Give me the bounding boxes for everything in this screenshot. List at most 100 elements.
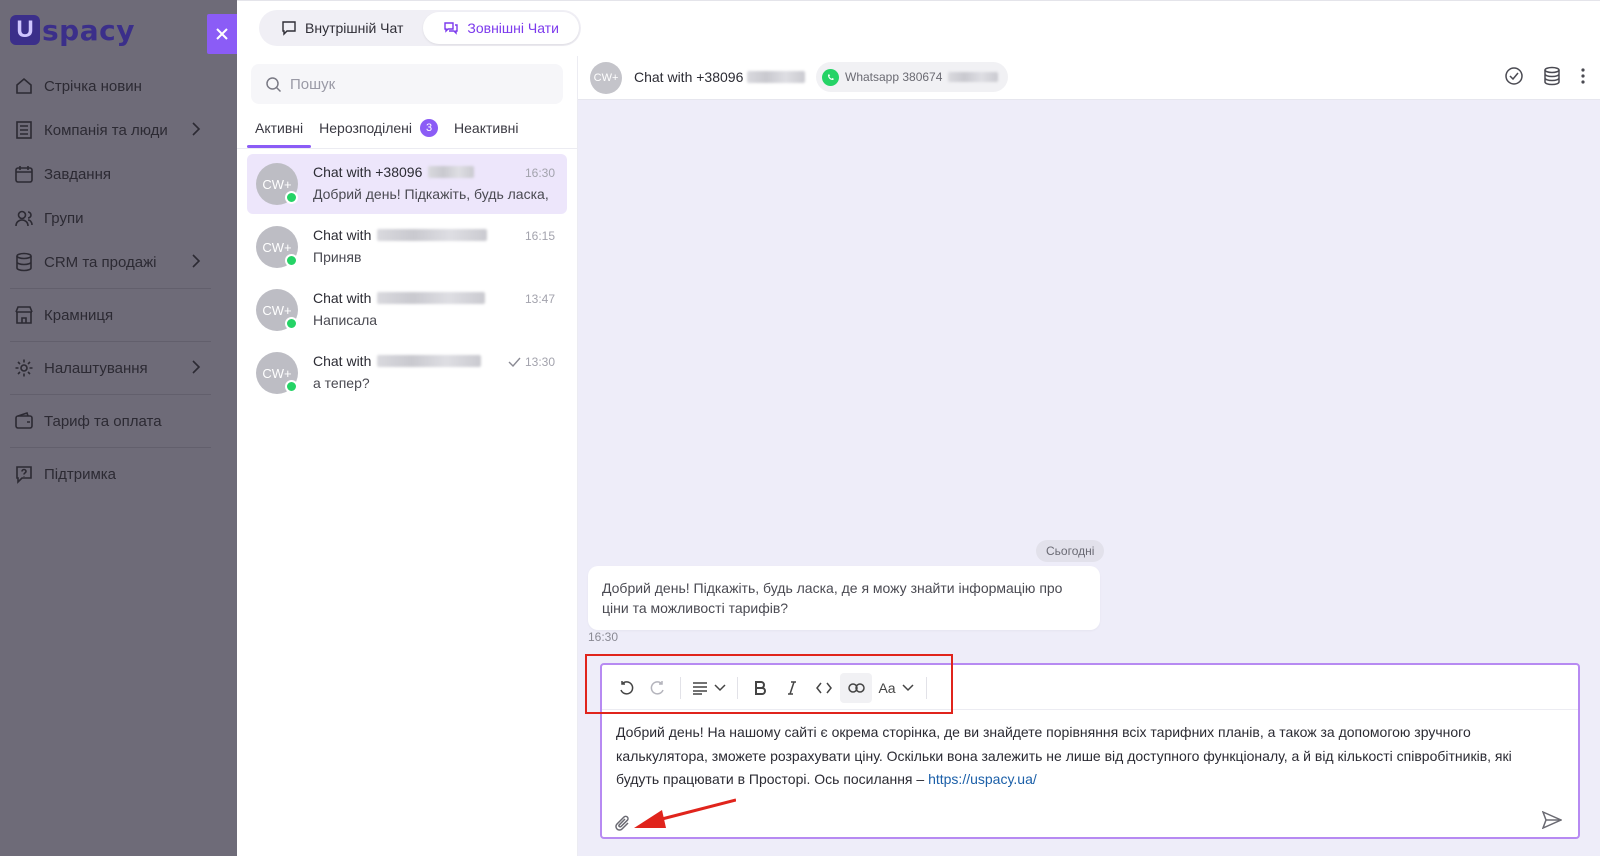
conversation: CW+ Chat with +38096 Whatsapp 380674 Сьо…: [578, 56, 1600, 856]
annotation-arrow: [634, 798, 736, 828]
chat-preview: Приняв: [313, 249, 362, 265]
channel-chip[interactable]: Whatsapp 380674: [816, 62, 1009, 92]
message-input-text: Добрий день! На нашому сайті є окрема ст…: [616, 724, 1512, 787]
tab-label: Активні: [255, 120, 304, 136]
chevron-right-icon: [191, 122, 201, 140]
chat-title: Chat with: [313, 353, 482, 369]
sidebar-item-groups[interactable]: Групи: [0, 196, 237, 240]
chat-title: Chat with: [313, 290, 486, 306]
logo[interactable]: U spacy: [10, 12, 135, 48]
chat-list: Активні Нерозподілені 3 Неактивні CW+ Cha…: [237, 56, 578, 856]
chat-topbar: Внутрішній Чат Зовнішні Чати: [237, 0, 1600, 56]
sidebar-item-label: Компанія та люди: [44, 121, 168, 139]
sidebar-item-label: Налаштування: [44, 359, 148, 377]
tab-external-chats[interactable]: Зовнішні Чати: [423, 12, 579, 44]
sidebar-item-store[interactable]: Крамниця: [0, 293, 237, 337]
logo-mark: U: [10, 15, 40, 45]
whatsapp-icon: [285, 317, 298, 330]
tab-label: Зовнішні Чати: [467, 20, 559, 36]
whatsapp-icon: [285, 254, 298, 267]
conversation-header: CW+ Chat with +38096 Whatsapp 380674: [578, 56, 1600, 100]
redacted-number: [747, 71, 806, 83]
sidebar-item-settings[interactable]: Налаштування: [0, 346, 237, 390]
store-icon: [13, 304, 35, 326]
search-box[interactable]: [251, 64, 563, 104]
conversation-title-text: Chat with +38096: [634, 69, 744, 85]
logo-text: spacy: [42, 13, 135, 47]
sidebar-item-label: Тариф та оплата: [44, 412, 162, 430]
sidebar-item-label: CRM та продажі: [44, 253, 157, 271]
incoming-message: Добрий день! Підкажіть, будь ласка, де я…: [588, 566, 1100, 630]
redacted-number: [377, 292, 486, 304]
check-circle-icon[interactable]: [1504, 66, 1524, 91]
header-actions: [1504, 66, 1586, 91]
side-nav: Стрічка новин Компанія та люди Завдання …: [0, 64, 237, 496]
sidebar: U spacy Стрічка новин Компанія та люди З…: [0, 0, 237, 856]
tab-unassigned[interactable]: Нерозподілені 3: [311, 110, 446, 146]
paperclip-icon: [615, 815, 629, 831]
chat-title-text: Chat with: [313, 227, 372, 243]
chat-type-tabs: Внутрішній Чат Зовнішні Чати: [259, 10, 581, 46]
chat-time: 16:15: [525, 229, 555, 243]
redacted-number: [948, 72, 999, 82]
sidebar-item-support[interactable]: Підтримка: [0, 452, 237, 496]
chat-list-item[interactable]: CW+ Chat with 13:47 Написала: [247, 280, 567, 340]
tab-label: Неактивні: [454, 120, 519, 136]
chevron-right-icon: [191, 254, 201, 272]
chat-title: Chat with: [313, 227, 488, 243]
chat-preview: Написала: [313, 312, 378, 328]
message-input[interactable]: Добрий день! На нашому сайті є окрема ст…: [616, 721, 1536, 792]
attach-button[interactable]: [614, 815, 632, 838]
sidebar-item-company[interactable]: Компанія та люди: [0, 108, 237, 152]
whatsapp-icon: [822, 68, 839, 86]
sidebar-item-tasks[interactable]: Завдання: [0, 152, 237, 196]
chevron-right-icon: [191, 360, 201, 378]
send-button[interactable]: [1541, 810, 1563, 834]
close-chat-panel-button[interactable]: [207, 14, 237, 54]
chat-status-tabs: Активні Нерозподілені 3 Неактивні: [247, 110, 527, 148]
conversation-title: Chat with +38096: [634, 69, 806, 85]
chat-list-item[interactable]: CW+ Chat with +38096 16:30 Добрий день! …: [247, 154, 567, 214]
chat-time-text: 13:30: [524, 355, 555, 369]
database-icon[interactable]: [1542, 66, 1562, 91]
divider: [10, 447, 211, 448]
sidebar-item-billing[interactable]: Тариф та оплата: [0, 399, 237, 443]
message-link[interactable]: https://uspacy.ua/: [928, 771, 1037, 787]
chat-items: CW+ Chat with +38096 16:30 Добрий день! …: [247, 154, 567, 406]
redacted-number: [377, 229, 488, 241]
gear-icon: [13, 357, 35, 379]
chat-time: 13:47: [525, 292, 555, 306]
read-check-icon: [508, 357, 521, 367]
search-input[interactable]: [290, 75, 550, 93]
message-time: 16:30: [588, 630, 619, 644]
avatar: CW+: [590, 62, 622, 94]
chat-time: 13:30: [508, 355, 555, 369]
divider: [10, 394, 211, 395]
chat-preview: Добрий день! Підкажіть, будь ласка,: [313, 186, 549, 202]
chat-title-text: Chat with: [313, 353, 372, 369]
redacted-number: [428, 166, 475, 178]
chat-time-text: 16:30: [524, 166, 555, 180]
tab-internal-chat[interactable]: Внутрішній Чат: [261, 12, 423, 44]
chat-time: 16:30: [525, 166, 555, 180]
whatsapp-icon: [285, 191, 298, 204]
date-separator: Сьогодні: [1036, 540, 1105, 562]
annotation-highlight-box: [585, 654, 953, 714]
redacted-number: [377, 355, 482, 367]
chat-list-item[interactable]: CW+ Chat with 16:15 Приняв: [247, 217, 567, 277]
sidebar-item-label: Групи: [44, 209, 84, 227]
sidebar-item-crm[interactable]: CRM та продажі: [0, 240, 237, 284]
more-vertical-icon[interactable]: [1580, 67, 1586, 90]
divider: [237, 148, 578, 149]
chat-bubble-icon: [282, 21, 296, 36]
chat-time-text: 13:47: [524, 292, 555, 306]
tab-active[interactable]: Активні: [247, 110, 312, 148]
chat-list-item[interactable]: CW+ Chat with 13:30 а тепер?: [247, 343, 567, 403]
chat-title-text: Chat with +38096: [313, 164, 423, 180]
tab-inactive[interactable]: Неактивні: [446, 110, 526, 146]
chat-title: Chat with +38096: [313, 164, 475, 180]
sidebar-item-news[interactable]: Стрічка новин: [0, 64, 237, 108]
home-icon: [13, 75, 35, 97]
chat-preview: а тепер?: [313, 375, 370, 391]
channel-label: Whatsapp 380674: [845, 70, 943, 84]
